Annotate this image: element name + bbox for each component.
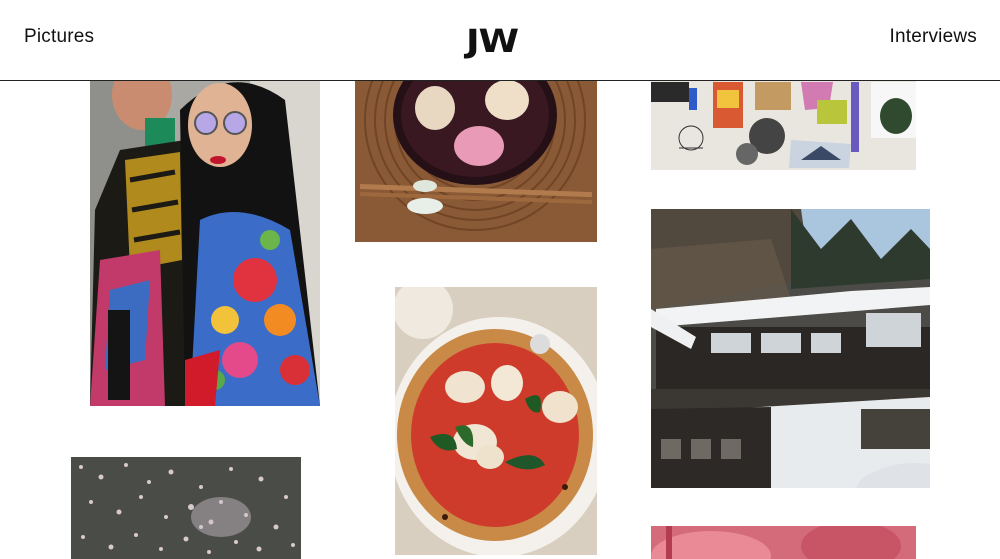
- nav-link-pictures[interactable]: Pictures: [24, 26, 94, 48]
- photo-two-women-floral[interactable]: [90, 60, 320, 406]
- photo-petals-on-water[interactable]: [71, 457, 301, 559]
- photo-pizza[interactable]: [395, 287, 597, 555]
- photo-image: [355, 60, 597, 242]
- photo-snowy-building[interactable]: [651, 209, 930, 488]
- photo-image: [651, 209, 930, 488]
- photo-image: [651, 526, 916, 559]
- photo-image: [71, 457, 301, 559]
- photo-image: [90, 60, 320, 406]
- photo-pink-abstract[interactable]: [651, 526, 916, 559]
- photo-image: [395, 287, 597, 555]
- site-header: Pictures JW Interviews: [0, 0, 1000, 81]
- photo-soup-bowl[interactable]: [355, 60, 597, 242]
- nav-link-interviews[interactable]: Interviews: [889, 26, 977, 48]
- site-logo[interactable]: JW: [466, 25, 519, 57]
- page: Pictures JW Interviews: [0, 0, 1000, 559]
